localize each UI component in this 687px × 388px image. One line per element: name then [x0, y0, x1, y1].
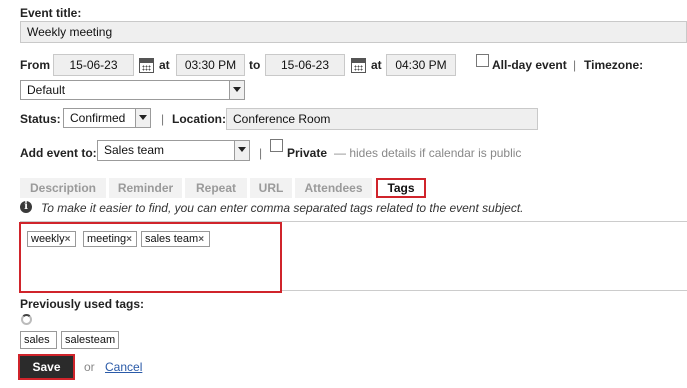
timezone-select[interactable]: Default — [20, 80, 245, 100]
private-label: Private — [287, 146, 328, 160]
remove-tag-icon[interactable]: × — [198, 234, 204, 245]
private-separator: | — [259, 146, 263, 160]
timezone-select-value: Default — [27, 83, 66, 97]
private-checkbox[interactable] — [270, 139, 283, 152]
to-calendar-icon[interactable] — [351, 58, 366, 73]
add-event-label: Add event to: — [20, 146, 97, 160]
location-input[interactable]: Conference Room — [226, 108, 538, 130]
to-label: to — [249, 58, 261, 72]
status-select[interactable]: Confirmed — [63, 108, 151, 128]
tag-chip: sales team× — [141, 231, 210, 247]
calendar-select-value: Sales team — [104, 143, 165, 157]
remove-tag-icon[interactable]: × — [65, 234, 71, 245]
from-at-label: at — [159, 58, 170, 72]
tag-chip: weekly× — [27, 231, 76, 247]
loading-spinner-icon — [21, 314, 32, 325]
tab-url[interactable]: URL — [250, 178, 292, 198]
private-hint: — hides details if calendar is public — [334, 146, 522, 160]
event-title-input[interactable]: Weekly meeting — [20, 21, 687, 43]
save-button[interactable]: Save — [18, 354, 75, 380]
from-date-input[interactable]: 15-06-23 — [53, 54, 134, 76]
from-calendar-icon[interactable] — [139, 58, 154, 73]
tag-chip-label: meeting — [87, 233, 127, 245]
chevron-down-icon — [135, 109, 150, 127]
or-text: or — [84, 360, 95, 374]
tab-repeat[interactable]: Repeat — [185, 178, 247, 198]
allday-checkbox[interactable] — [476, 54, 489, 67]
tags-info-text: To make it easier to find, you can enter… — [41, 201, 524, 215]
event-title-label: Event title: — [20, 6, 82, 20]
calendar-select[interactable]: Sales team — [97, 140, 250, 161]
tab-description[interactable]: Description — [20, 178, 106, 198]
tag-chip-label: sales team — [145, 233, 199, 245]
info-icon: i — [20, 201, 32, 213]
to-date-input[interactable]: 15-06-23 — [265, 54, 345, 76]
timezone-label: Timezone: — [584, 58, 644, 72]
status-select-value: Confirmed — [70, 111, 126, 125]
status-label: Status: — [20, 112, 61, 126]
cancel-link[interactable]: Cancel — [105, 360, 142, 374]
tab-reminder[interactable]: Reminder — [109, 178, 182, 198]
tab-attendees[interactable]: Attendees — [295, 178, 372, 198]
allday-label: All-day event — [492, 58, 567, 72]
location-label: Location: — [172, 112, 226, 126]
tab-tags[interactable]: Tags — [376, 178, 426, 198]
tag-chip: meeting× — [83, 231, 137, 247]
remove-tag-icon[interactable]: × — [126, 234, 132, 245]
previous-tags-label: Previously used tags: — [20, 297, 145, 311]
tag-chip-label: weekly — [31, 233, 65, 245]
chevron-down-icon — [234, 141, 249, 160]
previous-tag-chip[interactable]: sales — [20, 331, 57, 349]
from-time-input[interactable]: 03:30 PM — [176, 54, 245, 76]
from-label: From — [20, 58, 50, 72]
location-separator: | — [161, 112, 165, 126]
previous-tag-chip[interactable]: salesteam — [61, 331, 119, 349]
timezone-separator: | — [573, 58, 577, 72]
chevron-down-icon — [229, 81, 244, 99]
to-time-input[interactable]: 04:30 PM — [386, 54, 456, 76]
to-at-label: at — [371, 58, 382, 72]
